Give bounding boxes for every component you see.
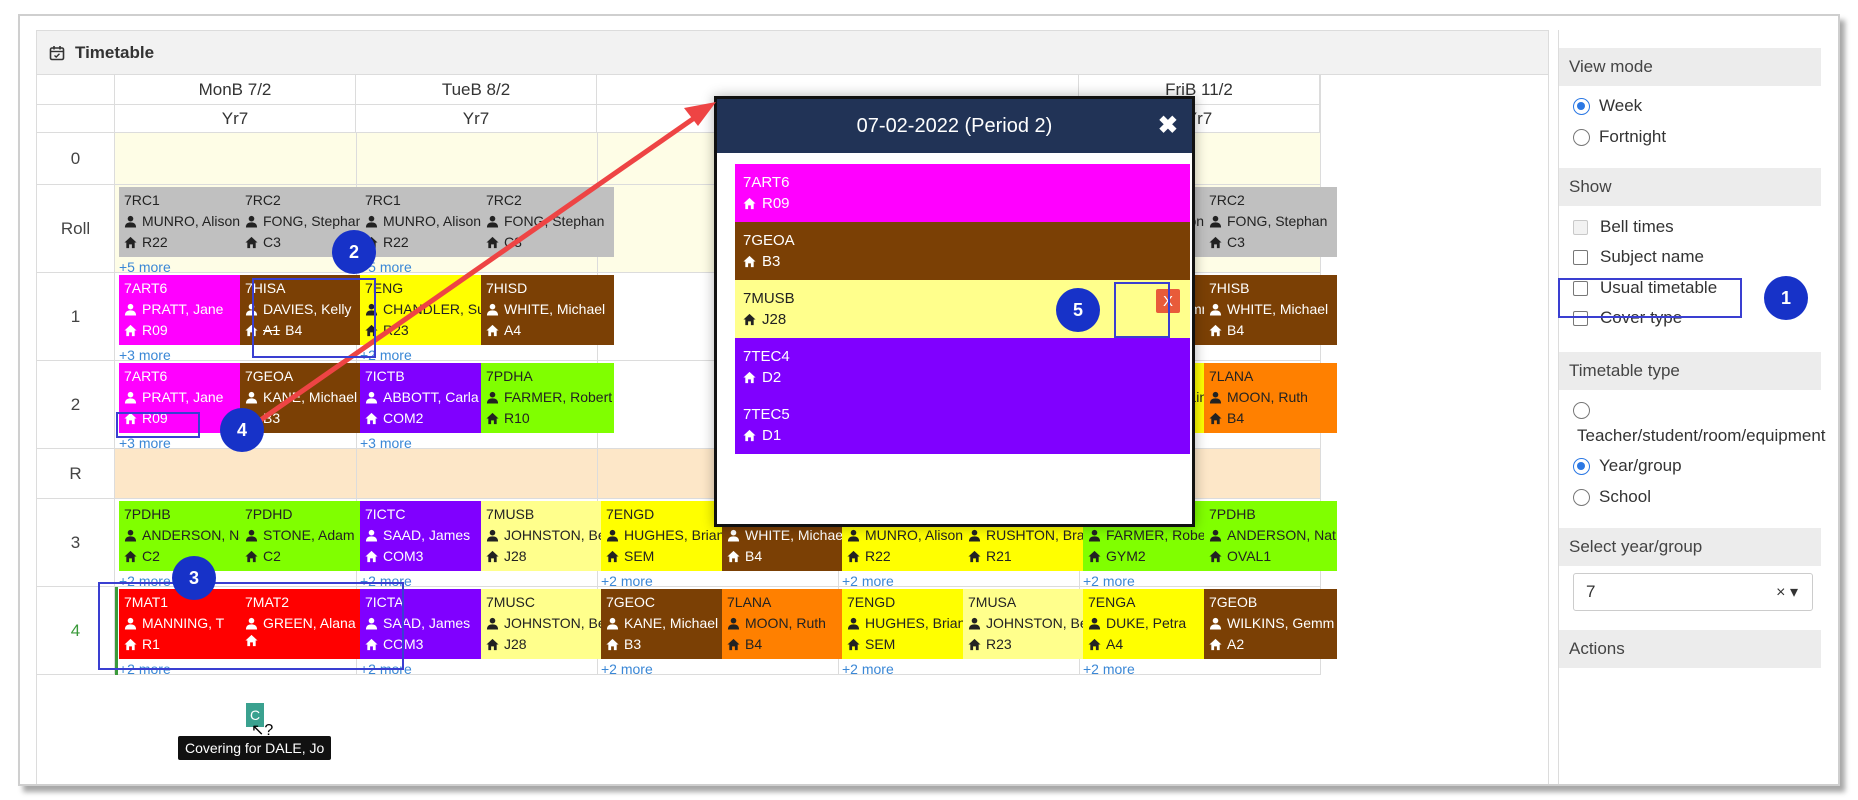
callout-4: 4 — [220, 408, 264, 452]
screenshot-frame: Timetable 0 Roll 1 2 R 3 4 MonB 7/2 Yr7 … — [18, 14, 1840, 786]
callout-2: 2 — [332, 230, 376, 274]
callout-1: 1 — [1764, 276, 1808, 320]
callout-3: 3 — [172, 556, 216, 600]
annotation-arrow — [250, 102, 716, 429]
arrow-shaft — [250, 111, 702, 429]
callout-5: 5 — [1056, 288, 1100, 332]
